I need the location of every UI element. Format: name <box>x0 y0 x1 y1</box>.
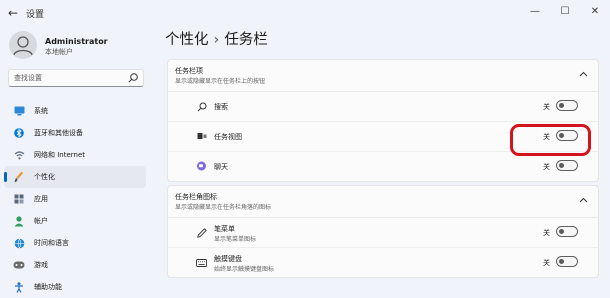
chevron-up-icon[interactable] <box>579 197 588 203</box>
search-icon <box>196 101 207 112</box>
search-toggle[interactable] <box>556 100 578 111</box>
pen-icon <box>196 227 207 238</box>
search-box[interactable] <box>8 69 144 87</box>
maximize-icon[interactable]: ☐ <box>550 0 580 24</box>
user-name: Administrator <box>45 37 108 46</box>
toggle-knob <box>559 163 564 168</box>
chevron-up-icon[interactable] <box>579 71 588 77</box>
sidebar-item-accounts[interactable]: 帐户 <box>4 210 146 232</box>
chat-icon <box>196 161 207 172</box>
monitor-icon <box>13 105 25 117</box>
globe-clock-icon <box>13 237 25 249</box>
sidebar-item-label: 帐户 <box>34 217 48 225</box>
toggle-knob <box>559 229 564 234</box>
nav-list: 系统 蓝牙和其他设备 网络和 Internet 个性化 应用 帐户 时间和语言 … <box>4 100 146 298</box>
taskbar-items-header[interactable]: 任务栏项 显示或隐藏显示在任务栏上的按钮 <box>168 60 598 92</box>
taskbar-items-card: 任务栏项 显示或隐藏显示在任务栏上的按钮 搜索 关 任务视图 关 聊天 关 <box>167 59 599 182</box>
account-icon <box>13 215 25 227</box>
section-description: 显示或隐藏显示在任务栏角落的图标 <box>175 204 272 211</box>
section-title: 任务栏角图标 <box>175 193 217 201</box>
section-title: 任务栏项 <box>175 67 203 75</box>
sidebar-item-label: 系统 <box>34 107 48 115</box>
toggle-knob <box>559 259 564 264</box>
setting-label: 搜索 <box>214 103 228 111</box>
keyboard-icon <box>196 257 207 268</box>
minimize-icon[interactable]: — <box>520 0 550 24</box>
accessibility-icon <box>13 281 25 293</box>
setting-label: 触摸键盘 <box>214 255 242 263</box>
sidebar-item-personalization[interactable]: 个性化 <box>4 166 146 188</box>
setting-label: 笔菜单 <box>214 225 235 233</box>
title-bar: ← 设置 — ☐ ✕ <box>0 0 610 28</box>
breadcrumb-separator: › <box>213 32 220 48</box>
setting-label: 聊天 <box>214 163 228 171</box>
search-icon[interactable] <box>127 72 139 84</box>
toggle-state-label: 关 <box>543 163 550 171</box>
user-icon <box>13 36 33 56</box>
toggle-knob <box>559 103 564 108</box>
sidebar-item-label: 游戏 <box>34 261 48 269</box>
app-title: 设置 <box>26 10 45 20</box>
pen-menu-toggle[interactable] <box>556 226 578 237</box>
selection-indicator <box>4 172 7 182</box>
corner-icons-card: 任务栏角图标 显示或隐藏显示在任务栏角落的图标 笔菜单 显示笔菜单图标 关 触摸… <box>167 185 599 278</box>
toggle-state-label: 关 <box>543 229 550 237</box>
sidebar: Administrator 本地帐户 系统 蓝牙和其他设备 网络和 Intern… <box>0 28 158 293</box>
setting-row-task-view: 任务视图 关 <box>168 122 598 152</box>
sidebar-item-apps[interactable]: 应用 <box>4 188 146 210</box>
breadcrumb: 个性化 › 任务栏 <box>165 28 268 49</box>
task-view-icon <box>196 131 207 142</box>
gamepad-icon <box>13 259 25 271</box>
sidebar-item-network[interactable]: 网络和 Internet <box>4 144 146 166</box>
sidebar-item-label: 网络和 Internet <box>34 151 86 159</box>
brush-icon <box>13 171 25 183</box>
sidebar-item-label: 时间和语言 <box>34 239 69 247</box>
toggle-state-label: 关 <box>543 133 550 141</box>
setting-row-touch-keyboard: 触摸键盘 始终显示触摸键盘图标 关 <box>168 248 598 277</box>
sidebar-item-label: 应用 <box>34 195 48 203</box>
breadcrumb-parent[interactable]: 个性化 <box>165 32 209 48</box>
setting-row-chat: 聊天 关 <box>168 152 598 181</box>
touch-keyboard-toggle[interactable] <box>556 256 578 267</box>
network-icon <box>13 149 25 161</box>
chat-toggle[interactable] <box>556 160 578 171</box>
sidebar-item-gaming[interactable]: 游戏 <box>4 254 146 276</box>
section-description: 显示或隐藏显示在任务栏上的按钮 <box>175 78 266 85</box>
setting-description: 显示笔菜单图标 <box>214 236 257 243</box>
avatar[interactable] <box>9 31 37 59</box>
main-content: 个性化 › 任务栏 任务栏项 显示或隐藏显示在任务栏上的按钮 搜索 关 任务视图 关 <box>158 28 610 278</box>
bluetooth-icon <box>13 127 25 139</box>
task-view-toggle[interactable] <box>556 130 578 141</box>
corner-icons-header[interactable]: 任务栏角图标 显示或隐藏显示在任务栏角落的图标 <box>168 186 598 218</box>
sidebar-item-time-language[interactable]: 时间和语言 <box>4 232 146 254</box>
sidebar-item-label: 辅助功能 <box>34 283 62 291</box>
window-controls: — ☐ ✕ <box>520 0 610 24</box>
search-input[interactable] <box>9 70 132 86</box>
setting-label: 任务视图 <box>214 133 242 141</box>
toggle-state-label: 关 <box>543 103 550 111</box>
apps-icon <box>13 193 25 205</box>
sidebar-item-bluetooth[interactable]: 蓝牙和其他设备 <box>4 122 146 144</box>
setting-row-search: 搜索 关 <box>168 92 598 122</box>
sidebar-item-label: 个性化 <box>34 173 55 181</box>
back-arrow-icon[interactable]: ← <box>6 6 20 20</box>
account-type: 本地帐户 <box>45 48 73 56</box>
close-icon[interactable]: ✕ <box>580 0 610 24</box>
setting-description: 始终显示触摸键盘图标 <box>214 266 275 273</box>
sidebar-item-accessibility[interactable]: 辅助功能 <box>4 276 146 298</box>
setting-row-pen-menu: 笔菜单 显示笔菜单图标 关 <box>168 218 598 248</box>
sidebar-item-system[interactable]: 系统 <box>4 100 146 122</box>
page-title: 任务栏 <box>224 32 268 48</box>
toggle-knob <box>559 133 564 138</box>
sidebar-item-label: 蓝牙和其他设备 <box>34 129 83 137</box>
toggle-state-label: 关 <box>543 259 550 267</box>
